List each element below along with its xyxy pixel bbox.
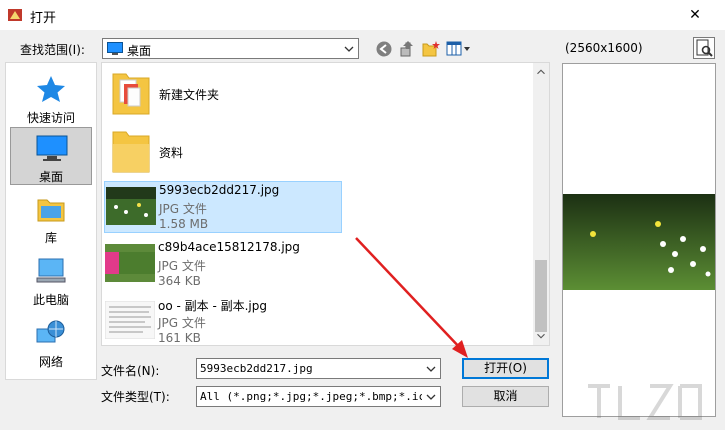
window-title: 打开	[30, 11, 57, 26]
cancel-button[interactable]: 取消	[462, 386, 549, 407]
place-this-pc[interactable]: 此电脑	[10, 251, 92, 309]
file-size: 161 KB	[158, 331, 201, 345]
folder-item[interactable]: 资料	[105, 124, 335, 178]
folder-name: 资料	[159, 146, 184, 160]
folder-icon	[112, 73, 150, 115]
filetype-label: 文件类型(T):	[101, 390, 170, 404]
file-type: JPG 文件	[158, 259, 206, 273]
preview-toggle-button[interactable]	[693, 37, 715, 59]
scrollbar-thumb[interactable]	[535, 260, 547, 332]
chevron-down-icon	[426, 394, 436, 400]
chevron-down-icon[interactable]	[425, 362, 437, 376]
image-preview	[563, 194, 715, 290]
view-menu-icon[interactable]	[446, 40, 472, 58]
place-library[interactable]: 库	[10, 189, 92, 247]
chevron-down-icon	[344, 46, 354, 52]
file-item-selected[interactable]: 5993ecb2dd217.jpg JPG 文件 1.58 MB	[104, 181, 342, 233]
place-desktop[interactable]: 桌面	[10, 127, 92, 185]
image-thumbnail	[105, 244, 155, 282]
place-network[interactable]: 网络	[10, 313, 92, 371]
file-item[interactable]: oo - 副本 - 副本.jpg JPG 文件 161 KB	[104, 296, 342, 348]
places-bar: 快速访问 桌面 库 此电脑 网络	[5, 62, 97, 380]
file-type: JPG 文件	[158, 316, 206, 330]
file-size: 364 KB	[158, 274, 201, 288]
desktop-small-icon	[107, 42, 123, 55]
folder-name: 新建文件夹	[159, 88, 220, 102]
lookin-value: 桌面	[127, 44, 152, 58]
filename-input[interactable]: 5993ecb2dd217.jpg	[196, 358, 441, 379]
place-label: 网络	[38, 355, 63, 369]
close-icon: ✕	[689, 7, 701, 23]
lookin-label: 查找范围(I):	[20, 43, 85, 57]
network-icon	[36, 320, 65, 343]
place-label: 库	[44, 231, 57, 245]
place-label: 快速访问	[26, 111, 75, 125]
file-name: 5993ecb2dd217.jpg	[159, 183, 280, 197]
file-type: JPG 文件	[159, 202, 207, 216]
library-icon	[37, 199, 65, 222]
file-item[interactable]: c89b4ace15812178.jpg JPG 文件 364 KB	[104, 239, 342, 291]
computer-icon	[36, 258, 66, 283]
app-icon	[8, 9, 22, 21]
new-folder-icon[interactable]	[422, 40, 440, 58]
filetype-dropdown[interactable]: All (*.png;*.jpg;*.jpeg;*.bmp;*.ico;*	[196, 386, 441, 407]
close-button[interactable]: ✕	[665, 0, 725, 30]
place-label: 此电脑	[32, 293, 69, 307]
up-folder-icon[interactable]	[398, 40, 416, 58]
file-name: oo - 副本 - 副本.jpg	[158, 299, 267, 313]
title-bar: 打开 ✕	[0, 0, 725, 30]
folder-item[interactable]: 新建文件夹	[105, 66, 335, 120]
place-quick-access[interactable]: 快速访问	[10, 69, 92, 127]
quick-access-star-icon	[37, 76, 65, 102]
scroll-up-icon	[537, 69, 545, 75]
filename-label: 文件名(N):	[101, 364, 160, 378]
filename-value: 5993ecb2dd217.jpg	[200, 362, 313, 375]
preview-dimensions: (2560x1600)	[565, 41, 643, 55]
open-button[interactable]: 打开(O)	[462, 358, 549, 379]
filetype-value: All (*.png;*.jpg;*.jpeg;*.bmp;*.ico;*	[200, 390, 422, 403]
watermark-logo	[588, 384, 702, 420]
magnifier-page-icon	[696, 39, 713, 57]
file-size: 1.58 MB	[159, 217, 209, 231]
document-thumbnail	[105, 301, 155, 339]
desktop-icon	[36, 135, 68, 161]
back-icon[interactable]	[375, 40, 393, 58]
file-name: c89b4ace15812178.jpg	[158, 240, 300, 254]
place-label: 桌面	[38, 170, 63, 184]
folder-icon	[112, 131, 150, 173]
image-thumbnail	[106, 187, 156, 225]
lookin-dropdown[interactable]: 桌面	[102, 38, 359, 59]
